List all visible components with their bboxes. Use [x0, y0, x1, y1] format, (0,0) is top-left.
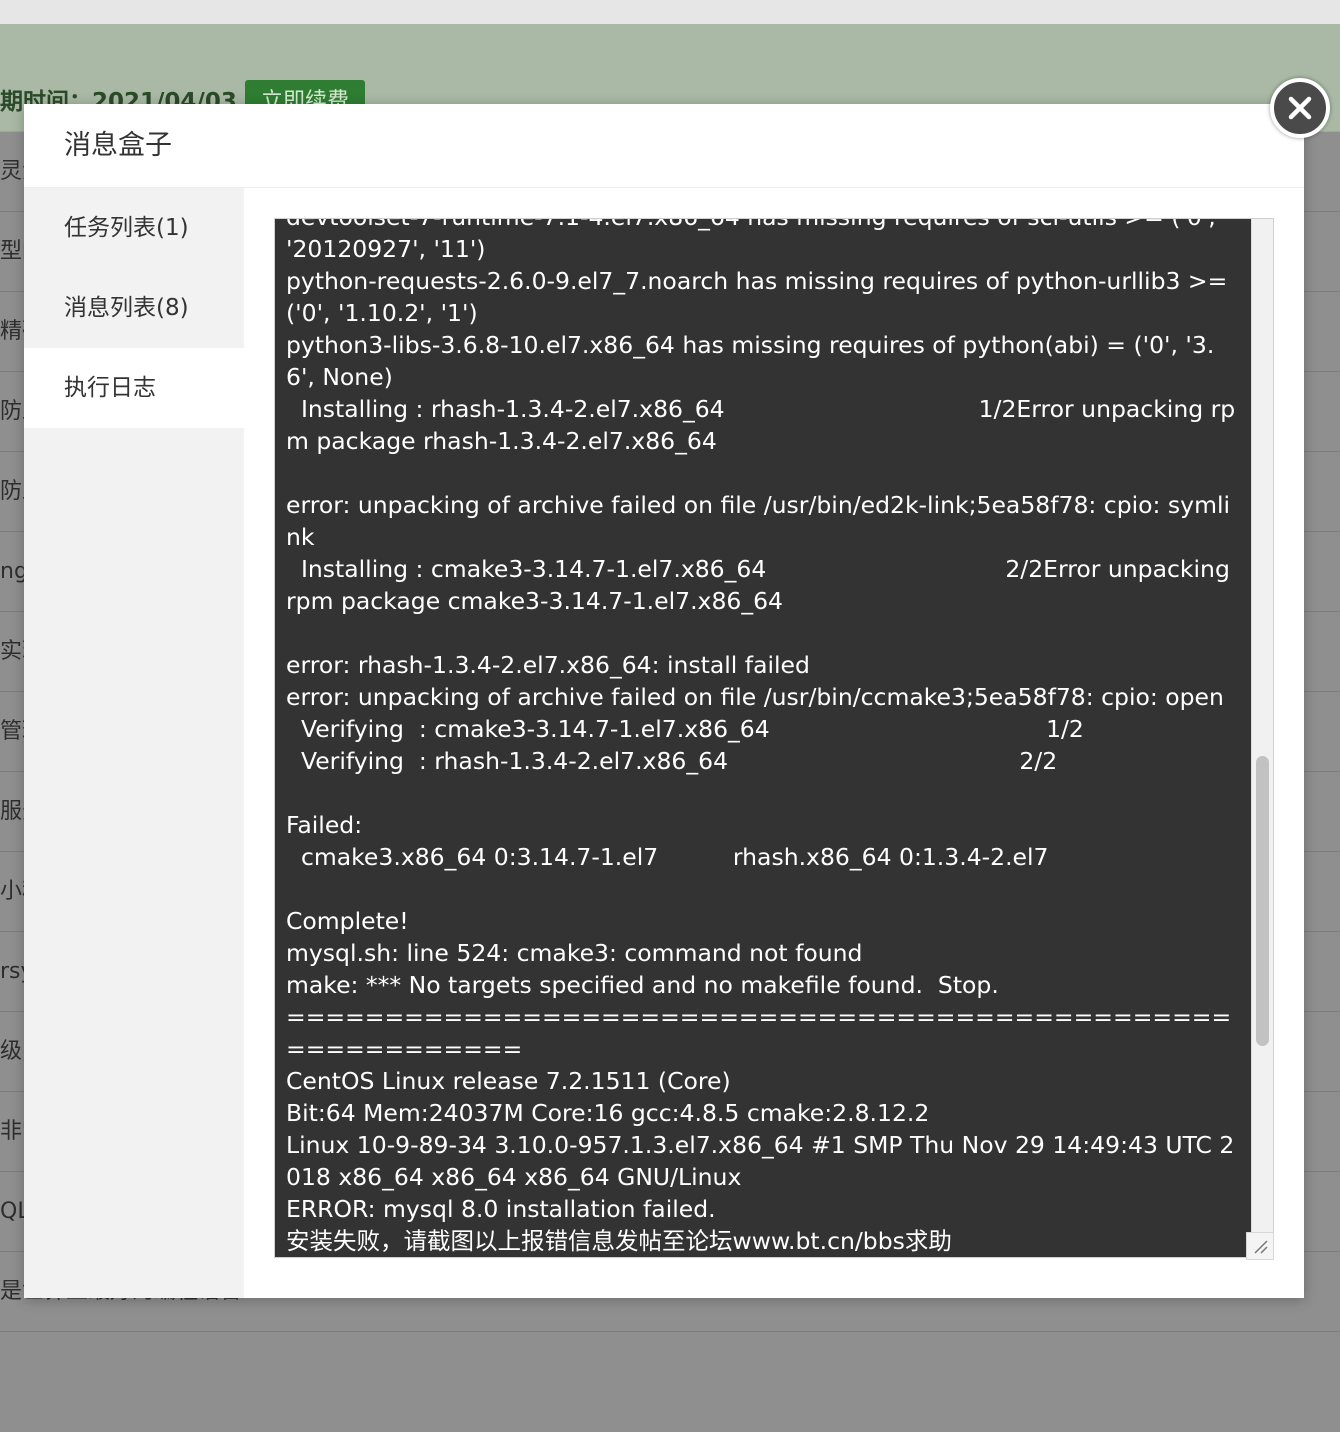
log-text: cmake3-data-3.14.7-1.el7.noarch has miss…: [286, 219, 1236, 1255]
resize-handle-icon[interactable]: [1246, 1232, 1274, 1260]
execution-log-panel[interactable]: cmake3-data-3.14.7-1.el7.noarch has miss…: [274, 218, 1274, 1258]
dialog-sidebar: 任务列表(1) 消息列表(8) 执行日志: [24, 188, 244, 1298]
dialog-title: 消息盒子: [24, 104, 1304, 188]
tab-execution-log[interactable]: 执行日志: [24, 348, 244, 428]
tab-task-list[interactable]: 任务列表(1): [24, 188, 244, 268]
close-icon: [1288, 96, 1312, 120]
log-viewport[interactable]: cmake3-data-3.14.7-1.el7.noarch has miss…: [275, 219, 1251, 1257]
message-box-dialog: 消息盒子 任务列表(1) 消息列表(8) 执行日志 cmake3-data-3.…: [24, 104, 1304, 1298]
close-button[interactable]: [1270, 78, 1330, 138]
tab-message-list[interactable]: 消息列表(8): [24, 268, 244, 348]
page-top-bar: [0, 0, 1340, 24]
log-scrollbar[interactable]: [1251, 219, 1273, 1257]
log-scrollbar-thumb[interactable]: [1256, 756, 1269, 1046]
